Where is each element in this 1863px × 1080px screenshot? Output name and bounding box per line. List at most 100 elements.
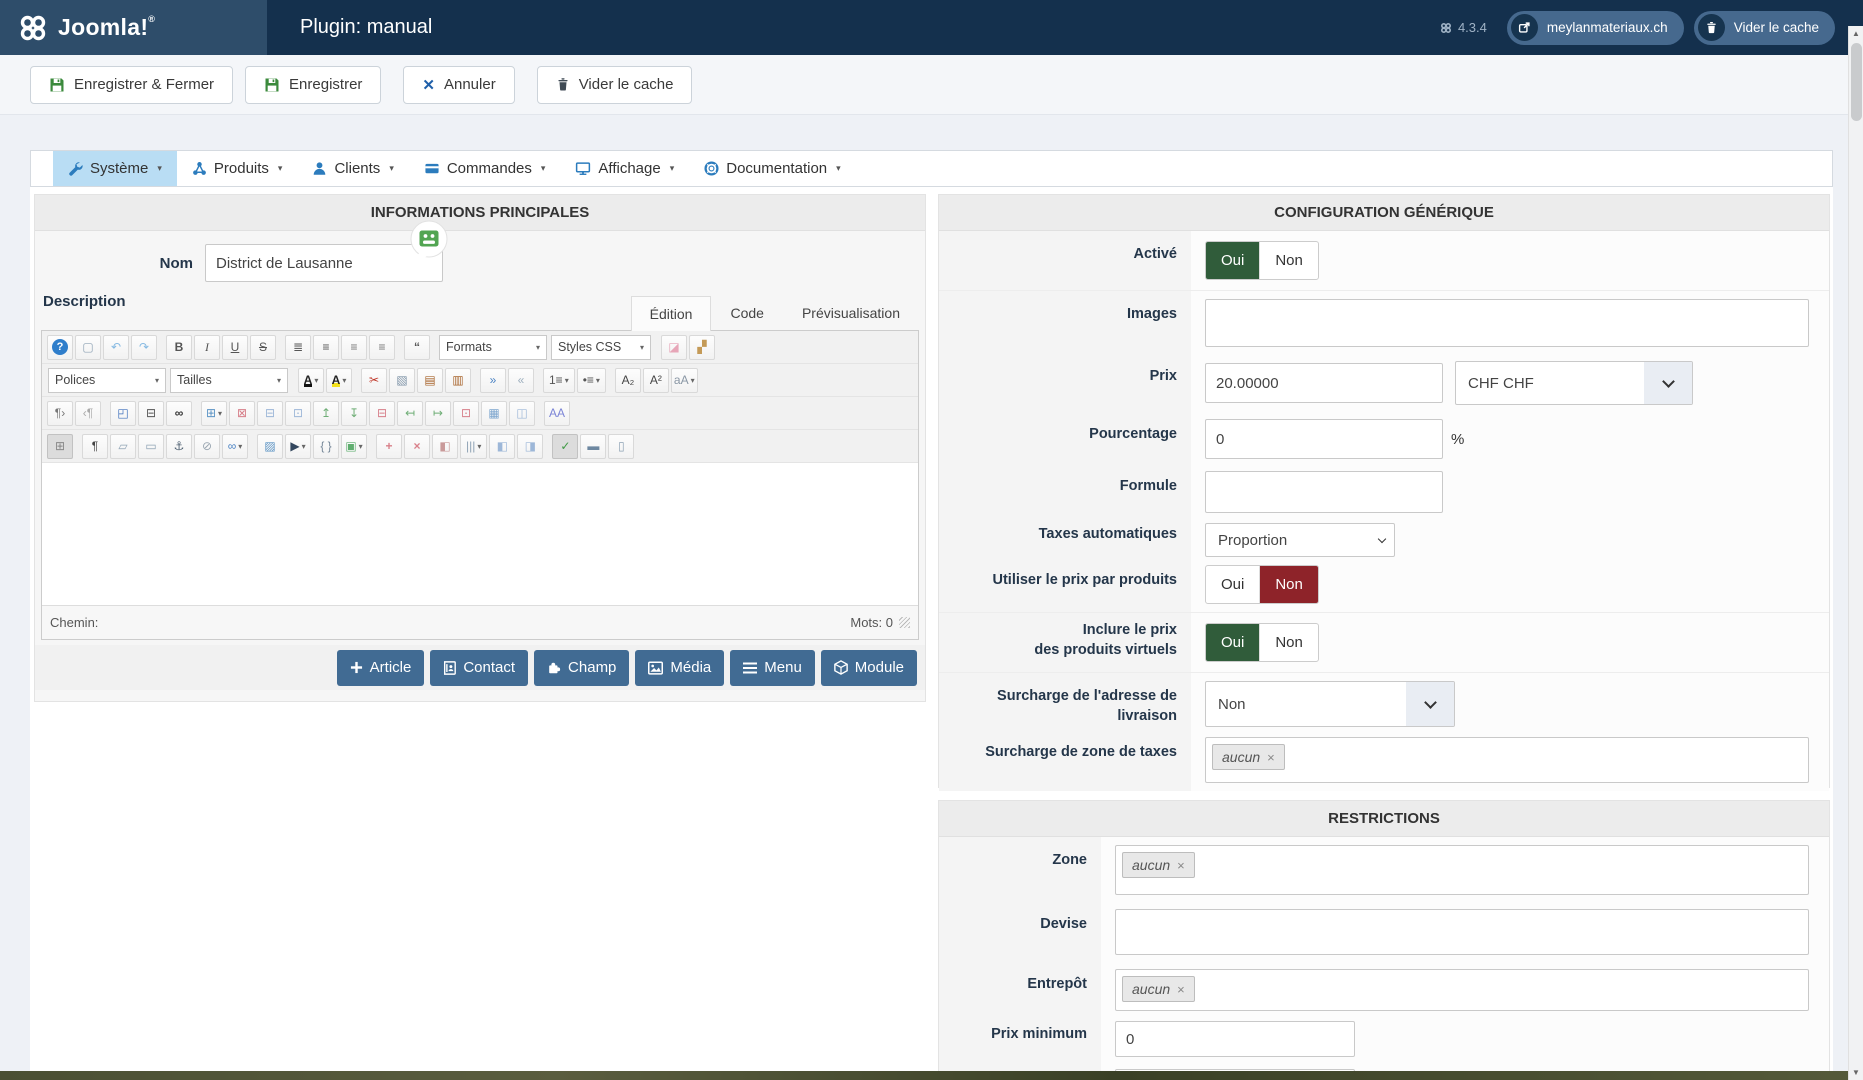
help-icon[interactable]: ? — [47, 334, 73, 360]
remove-column-icon[interactable]: ◨ — [517, 433, 544, 459]
page-scrollbar[interactable]: ▲ ▼ — [1848, 26, 1863, 1080]
prix-minimum-input[interactable] — [1115, 1021, 1355, 1057]
surcharge-zone-tagfield[interactable]: aucun × — [1205, 737, 1809, 783]
underline-icon[interactable]: U — [222, 334, 248, 360]
highlight-color-icon[interactable]: A ▾ — [326, 367, 352, 393]
italic-icon[interactable]: I — [194, 334, 220, 360]
merge-cells-icon[interactable]: ◫ — [509, 400, 535, 426]
undo-icon[interactable]: ↶ — [103, 334, 129, 360]
delete-col-icon[interactable]: ⊡ — [453, 400, 479, 426]
insert-col-before-icon[interactable]: ↤ — [397, 400, 423, 426]
remove-tag-icon[interactable]: × — [1177, 982, 1185, 997]
menu-item-commandes[interactable]: Commandes ▾ — [409, 151, 561, 186]
text-color-icon[interactable]: A ▾ — [298, 367, 324, 393]
save-button[interactable]: Enregistrer — [245, 65, 382, 104]
active-non-button[interactable]: Non — [1259, 242, 1318, 279]
font-select-icon[interactable]: AA — [544, 400, 570, 426]
copy-icon[interactable]: ▧ — [389, 367, 415, 393]
site-preview-button[interactable]: meylanmateriaux.ch — [1506, 10, 1684, 45]
outdent-icon[interactable]: « — [508, 367, 534, 393]
menu-item-clients[interactable]: Clients ▾ — [297, 151, 408, 186]
menu-item-systeme[interactable]: Système ▾ — [53, 151, 177, 186]
new-document-icon[interactable]: ▢ — [75, 334, 101, 360]
superscript-icon[interactable]: A² — [642, 367, 669, 393]
insert-media-icon[interactable]: ▶ ▾ — [285, 433, 311, 459]
insert-champ-button[interactable]: Champ — [534, 649, 630, 686]
bullet-list-icon[interactable]: •≡ ▾ — [576, 367, 606, 393]
insert-col-after-icon[interactable]: ↦ — [425, 400, 451, 426]
prix-input[interactable] — [1205, 363, 1443, 403]
delete-table-icon[interactable]: ⊠ — [229, 400, 255, 426]
entrepot-tagfield[interactable]: aucun × — [1115, 969, 1809, 1011]
prix-par-produits-non-button[interactable]: Non — [1259, 566, 1318, 603]
tab-edition[interactable]: Édition — [630, 296, 712, 331]
cell-properties-icon[interactable]: ⊡ — [285, 400, 311, 426]
images-input[interactable] — [1205, 299, 1809, 347]
spellcheck-icon[interactable]: ✓ — [552, 433, 579, 459]
scroll-up-icon[interactable]: ▲ — [1852, 26, 1860, 41]
remove-template-icon[interactable]: × — [404, 433, 430, 459]
styles-css-select[interactable]: Styles CSS ▾ — [551, 334, 651, 360]
surcharge-adresse-select[interactable]: Non — [1205, 681, 1455, 727]
visual-blocks-icon[interactable]: ⊞ — [47, 433, 73, 459]
clear-cache-button[interactable]: Vider le cache — [536, 65, 693, 104]
taxes-select[interactable]: Proportion — [1205, 523, 1395, 557]
bold-icon[interactable]: B — [166, 334, 192, 360]
paste-icon[interactable]: ▤ — [417, 367, 443, 393]
save-close-button[interactable]: Enregistrer & Fermer — [30, 65, 234, 104]
insert-module-button[interactable]: Module — [820, 649, 917, 686]
redo-icon[interactable]: ↷ — [131, 334, 157, 360]
tab-code[interactable]: Code — [711, 295, 782, 330]
remove-tag-icon[interactable]: × — [1177, 858, 1185, 873]
formats-select[interactable]: Formats ▾ — [439, 334, 547, 360]
insert-menu-button[interactable]: Menu — [730, 649, 815, 686]
remove-tag-icon[interactable]: × — [1267, 750, 1275, 765]
devise-input[interactable] — [1115, 909, 1809, 955]
fullscreen-icon[interactable]: ◰ — [110, 400, 136, 426]
table-icon[interactable]: ⊞ ▾ — [201, 400, 227, 426]
scrollbar-thumb[interactable] — [1850, 43, 1862, 121]
delete-row-icon[interactable]: ⊟ — [369, 400, 395, 426]
add-template-icon[interactable]: + — [376, 433, 402, 459]
insert-row-after-icon[interactable]: ↧ — [341, 400, 367, 426]
align-justify-icon[interactable]: ≣ — [285, 334, 311, 360]
strikethrough-icon[interactable]: S — [250, 334, 276, 360]
insert-article-button[interactable]: Article — [336, 649, 425, 686]
horizontal-rule-icon[interactable]: ▬ — [580, 433, 607, 459]
insert-image-icon[interactable]: ▨ — [257, 433, 283, 459]
menu-item-affichage[interactable]: Affichage ▾ — [560, 151, 689, 186]
insert-row-before-icon[interactable]: ↥ — [313, 400, 339, 426]
zone-tagfield[interactable]: aucun × — [1115, 845, 1809, 895]
print-icon[interactable]: ⊟ — [138, 400, 164, 426]
page-embed-icon[interactable]: ▱ — [110, 433, 136, 459]
editor-content-area[interactable] — [42, 463, 918, 605]
menu-item-produits[interactable]: Produits ▾ — [177, 151, 298, 186]
prix-par-produits-oui-button[interactable]: Oui — [1206, 566, 1259, 603]
font-family-select[interactable]: Polices ▾ — [48, 367, 166, 393]
content-blocks-icon[interactable]: ◧ — [432, 433, 458, 459]
active-oui-button[interactable]: Oui — [1206, 242, 1260, 279]
cut-icon[interactable]: ✂ — [361, 367, 387, 393]
prix-virtuels-oui-button[interactable]: Oui — [1206, 624, 1260, 661]
cleanup-icon[interactable]: ▞ — [689, 334, 715, 360]
scroll-down-icon[interactable]: ▼ — [1852, 1065, 1860, 1080]
font-size-select[interactable]: Tailles ▾ — [170, 367, 288, 393]
row-properties-icon[interactable]: ⊟ — [257, 400, 283, 426]
subscript-icon[interactable]: A₂ — [614, 367, 641, 393]
layout-box-icon[interactable]: ▯ — [608, 433, 635, 459]
pourcentage-input[interactable] — [1205, 419, 1443, 459]
insert-media-button[interactable]: Média — [635, 649, 725, 686]
code-sample-icon[interactable]: { } — [313, 433, 339, 459]
menu-item-documentation[interactable]: Documentation ▾ — [689, 151, 855, 186]
currency-select[interactable]: CHF CHF — [1455, 361, 1693, 405]
add-column-icon[interactable]: ◧ — [489, 433, 516, 459]
insert-contact-button[interactable]: Contact — [430, 649, 529, 686]
indent-icon[interactable]: » — [480, 367, 506, 393]
eraser-icon[interactable]: ◪ — [661, 334, 687, 360]
show-invisibles-icon[interactable]: ¶ — [82, 433, 108, 459]
columns-icon[interactable]: ||| ▾ — [460, 433, 488, 459]
widget-button-icon[interactable]: ▭ — [138, 433, 164, 459]
blockquote-icon[interactable]: “ — [404, 334, 430, 360]
rtl-paragraph-icon[interactable]: ‹¶ — [75, 400, 101, 426]
assistant-bubble-icon[interactable] — [407, 219, 453, 269]
